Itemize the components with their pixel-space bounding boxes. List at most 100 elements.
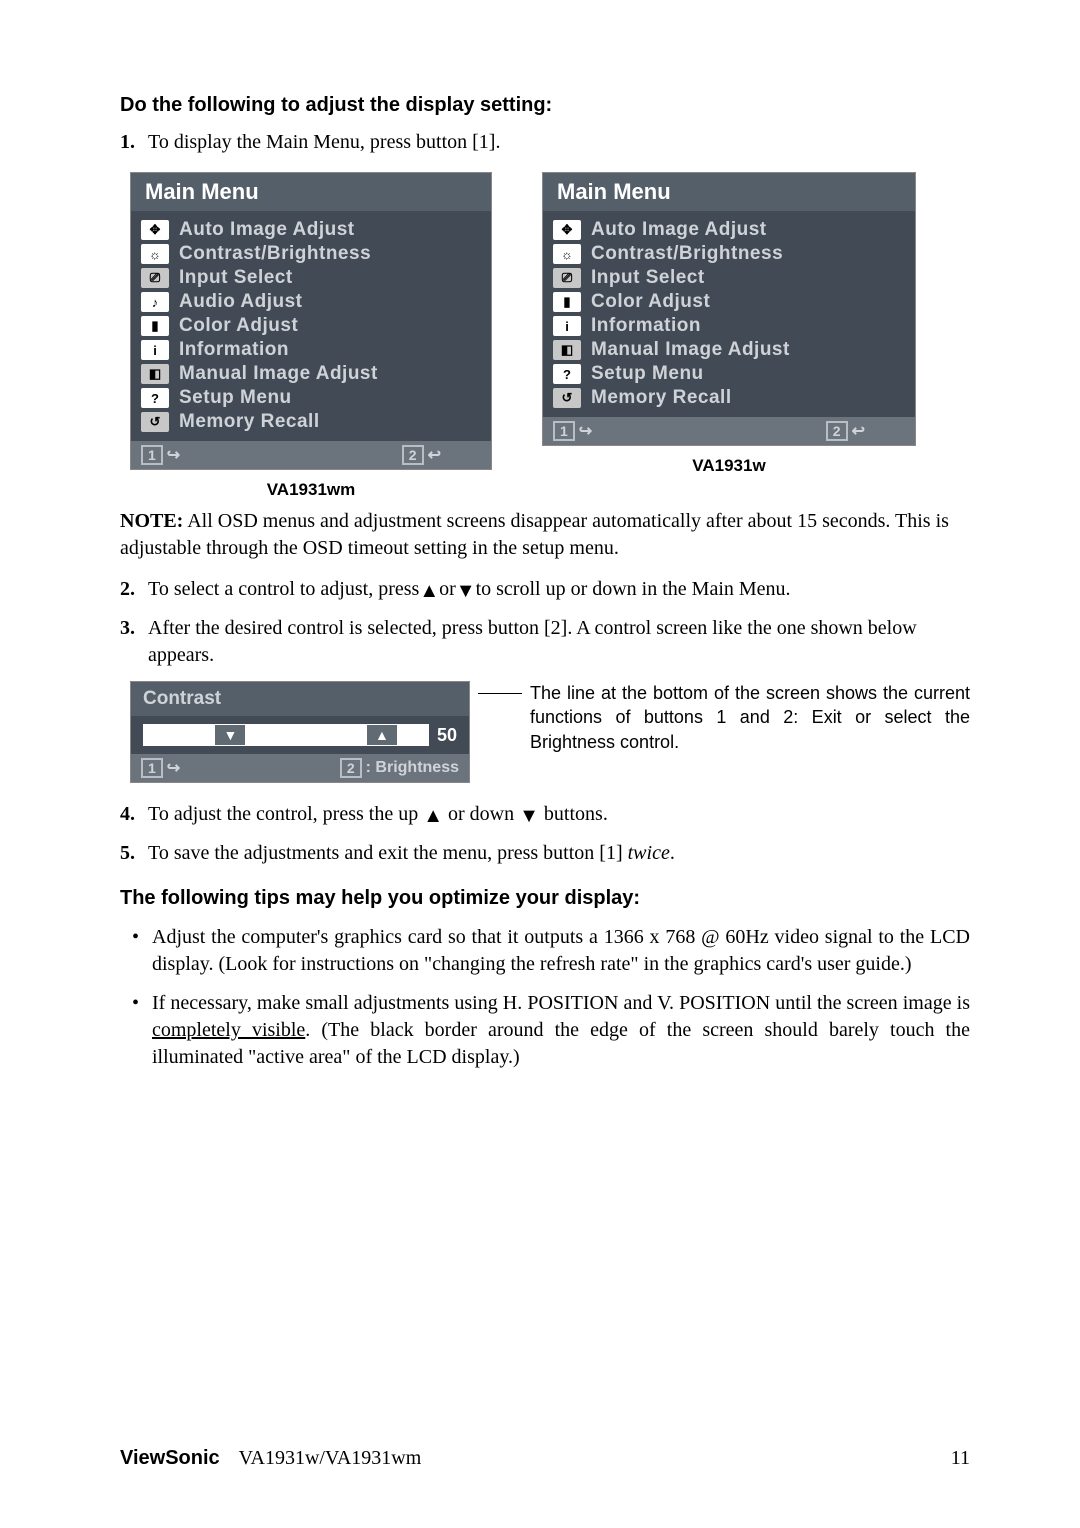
step-number: 3. [120, 615, 148, 642]
osd-item-label: Setup Menu [179, 387, 292, 409]
osd-item-label: Information [591, 315, 701, 337]
leader-line [478, 693, 522, 694]
triangle-up-icon: ▲ [423, 803, 443, 830]
osd-item-label: Manual Image Adjust [179, 363, 378, 385]
osd-item-label: Contrast/Brightness [179, 243, 371, 265]
triangle-down-icon: ▼ [519, 803, 539, 830]
manual-icon: ◧ [141, 364, 169, 384]
step-number: 5. [120, 840, 148, 867]
osd-main-menu-right: Main Menu ✥ Auto Image Adjust ☼ Contrast/B… [542, 172, 916, 446]
contrast-foot-label: : Brightness [366, 759, 459, 777]
contrast-explain: The line at the bottom of the screen sho… [530, 681, 970, 754]
step-text: or [439, 578, 456, 600]
bullet-1: • Adjust the computer's graphics card so… [120, 924, 970, 978]
step-text: buttons. [539, 803, 608, 825]
brightness-icon: ☼ [141, 244, 169, 264]
bullet-underline: completely visible [152, 1019, 305, 1041]
osd-item-label: Memory Recall [179, 411, 320, 433]
footer-brand: ViewSonic [120, 1447, 220, 1469]
step-3: 3. After the desired control is selected… [120, 615, 970, 669]
osd-contrast-panel: Contrast ▼ ▲ 50 1↪ 2: Brightness [130, 681, 470, 783]
note-label: NOTE: [120, 510, 183, 532]
enter-arrow-icon: ↩ [428, 445, 441, 465]
color-icon: ▮ [141, 316, 169, 336]
osd-item-label: Contrast/Brightness [591, 243, 783, 265]
audio-icon: ♪ [141, 292, 169, 312]
step-text: To adjust the control, press the up [148, 803, 423, 825]
move-icon: ✥ [553, 220, 581, 240]
setup-icon: ? [553, 364, 581, 384]
section-heading: Do the following to adjust the display s… [120, 94, 970, 117]
step-text: After the desired control is selected, p… [148, 615, 970, 669]
brightness-icon: ☼ [553, 244, 581, 264]
step-4: 4. To adjust the control, press the up ▲… [120, 801, 970, 828]
osd-item-label: Manual Image Adjust [591, 339, 790, 361]
osd-title: Main Menu [131, 173, 491, 211]
input-icon: ⎚ [553, 268, 581, 288]
contrast-slider: ▼ ▲ [143, 724, 429, 746]
exit-arrow-icon: ↪ [579, 421, 592, 441]
osd-title: Main Menu [543, 173, 915, 211]
step-italic: twice [628, 842, 670, 864]
osd-item-label: Color Adjust [179, 315, 298, 337]
recall-icon: ↺ [141, 412, 169, 432]
osd-item-label: Audio Adjust [179, 291, 303, 313]
input-icon: ⎚ [141, 268, 169, 288]
color-icon: ▮ [553, 292, 581, 312]
recall-icon: ↺ [553, 388, 581, 408]
panel-caption-left: VA1931wm [267, 480, 356, 500]
page-number: 11 [951, 1447, 970, 1470]
osd-item-label: Memory Recall [591, 387, 732, 409]
contrast-foot-key-2: 2 [340, 758, 362, 778]
manual-icon: ◧ [553, 340, 581, 360]
osd-item-label: Color Adjust [591, 291, 710, 313]
step-text: or down [443, 803, 519, 825]
contrast-foot-key-1: 1 [141, 758, 163, 778]
bullet-text: Adjust the computer's graphics card so t… [152, 924, 970, 978]
osd-item-label: Setup Menu [591, 363, 704, 385]
osd-item-label: Input Select [591, 267, 705, 289]
osd-main-menu-left: Main Menu ✥ Auto Image Adjust ☼ Contrast/B… [130, 172, 492, 470]
bullet-dot: • [132, 990, 152, 1017]
exit-arrow-icon: ↪ [167, 445, 180, 465]
step-text: To select a control to adjust, press [148, 578, 419, 600]
osd-item-label: Auto Image Adjust [179, 219, 355, 241]
move-icon: ✥ [141, 220, 169, 240]
step-text: To save the adjustments and exit the men… [148, 842, 628, 864]
osd-footer-key-2: 2 [402, 445, 424, 465]
bullet-dot: • [132, 924, 152, 951]
enter-arrow-icon: ↩ [852, 421, 865, 441]
note-text: All OSD menus and adjustment screens dis… [120, 510, 949, 559]
osd-footer-key-2: 2 [826, 421, 848, 441]
step-number: 1. [120, 129, 148, 156]
setup-icon: ? [141, 388, 169, 408]
bullet-text: If necessary, make small adjustments usi… [152, 992, 970, 1014]
step-5: 5. To save the adjustments and exit the … [120, 840, 970, 867]
triangle-down-icon: ▼ [215, 725, 245, 745]
info-icon: i [553, 316, 581, 336]
step-2: 2. To select a control to adjust, press▲… [120, 576, 970, 603]
osd-item-label: Information [179, 339, 289, 361]
note-block: NOTE: All OSD menus and adjustment scree… [120, 508, 970, 562]
tips-heading: The following tips may help you optimize… [120, 887, 970, 910]
step-text: . [670, 842, 675, 864]
step-number: 2. [120, 576, 148, 603]
osd-item-label: Auto Image Adjust [591, 219, 767, 241]
contrast-value: 50 [437, 725, 457, 746]
panel-caption-right: VA1931w [692, 456, 765, 476]
osd-footer-key-1: 1 [553, 421, 575, 441]
osd-item-label: Input Select [179, 267, 293, 289]
triangle-down-icon: ▼ [456, 578, 476, 605]
contrast-title: Contrast [131, 682, 469, 716]
bullet-2: • If necessary, make small adjustments u… [120, 990, 970, 1071]
step-text: to scroll up or down in the Main Menu. [476, 578, 791, 600]
footer-model: VA1931w/VA1931wm [239, 1447, 422, 1469]
triangle-up-icon: ▲ [419, 578, 439, 605]
step-number: 4. [120, 801, 148, 828]
step-text: To display the Main Menu, press button [… [148, 129, 970, 156]
triangle-up-icon: ▲ [367, 725, 397, 745]
exit-arrow-icon: ↪ [167, 758, 180, 778]
info-icon: i [141, 340, 169, 360]
contrast-explain-text: The line at the bottom of the screen sho… [530, 683, 970, 752]
osd-footer-key-1: 1 [141, 445, 163, 465]
